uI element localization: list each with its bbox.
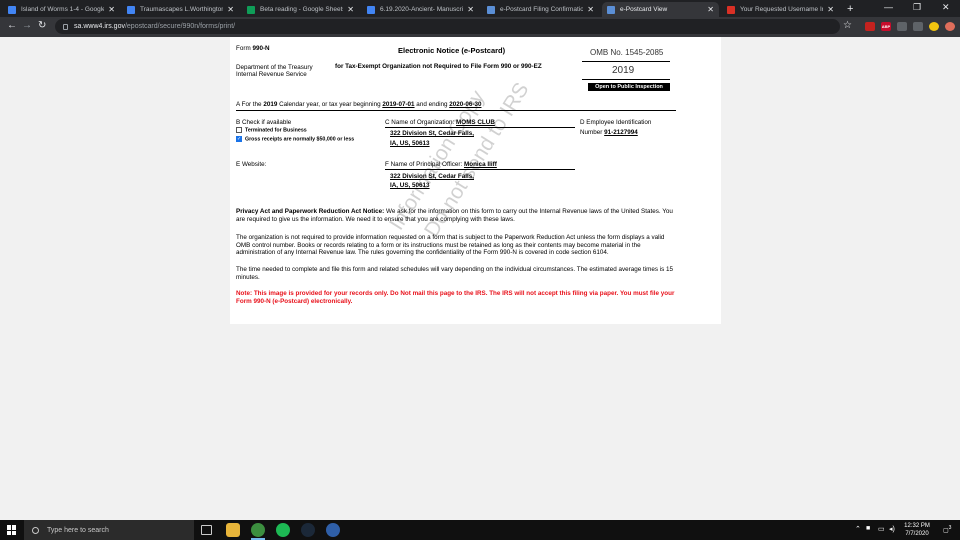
lock-icon [63, 23, 68, 30]
browser-tab[interactable]: 6.19.2020-Ancient- Manuscript - ✕ [362, 2, 479, 17]
tab-title: Beta reading - Google Sheets [260, 6, 344, 13]
minimize-window-button[interactable]: — [884, 2, 893, 12]
gmail-icon [727, 5, 735, 14]
browser-tab[interactable]: Traumascapes L.Worthington (ds✕ [122, 2, 239, 17]
puzzle-extensions-icon[interactable] [913, 22, 923, 31]
form-990n-document: Form 990-N Electronic Notice (e-Postcard… [230, 37, 721, 324]
time-estimate-paragraph: The time needed to complete and file thi… [236, 266, 674, 281]
tab-close-icon[interactable]: ✕ [108, 5, 115, 14]
chrome-icon[interactable] [251, 523, 265, 540]
tray-chevron-icon[interactable]: ⌃ [855, 525, 861, 533]
google-docs-icon [8, 5, 16, 14]
search-icon [32, 526, 39, 534]
taskbar-search-box[interactable]: Type here to search [24, 520, 194, 540]
organization-address-line-2: IA, US, 50613 [390, 140, 430, 147]
back-button[interactable]: ← [7, 20, 17, 31]
tray-app-icon[interactable]: ■ [866, 525, 870, 532]
clock-date: 7/7/2020 [905, 531, 929, 537]
profile-avatar-icon[interactable] [945, 22, 955, 31]
browser-tab[interactable]: e-Postcard Filing Confirmation ✕ [482, 2, 599, 17]
maximize-window-button[interactable]: ❐ [913, 2, 921, 13]
tab-title: e-Postcard Filing Confirmation [500, 6, 584, 13]
tab-close-icon[interactable]: ✕ [587, 5, 594, 14]
tab-title: Traumascapes L.Worthington (ds [140, 6, 224, 13]
notification-center-icon[interactable]: ▢3 [943, 525, 951, 534]
paperwork-reduction-paragraph: The organization is not required to prov… [236, 234, 665, 257]
form-year: 2019 [612, 65, 635, 76]
emoji-extension-icon[interactable] [929, 22, 939, 31]
bookmark-star-icon[interactable]: ☆ [843, 20, 852, 31]
task-view-icon[interactable] [201, 525, 212, 535]
browser-tab[interactable]: Island of Worms 1-4 - Google Do✕ [3, 2, 120, 17]
browser-tab-strip: Island of Worms 1-4 - Google Do✕Traumasc… [0, 0, 960, 17]
form-number: Form 990-N [236, 45, 270, 52]
gross-receipts-checkbox[interactable]: ✓ [236, 136, 242, 142]
omb-box: OMB No. 1545-2085 2019 Open to Public In… [582, 45, 670, 92]
department-line-1: Department of the Treasury [236, 64, 313, 71]
tab-close-icon[interactable]: ✕ [467, 5, 474, 14]
terminated-checkbox[interactable] [236, 127, 242, 133]
windows-taskbar: Type here to search ⌃ ■ ▭ ◂) 12:32 PM 7/… [0, 520, 960, 540]
spotify-icon[interactable] [276, 523, 290, 537]
obs-icon[interactable] [326, 523, 340, 537]
browser-tab[interactable]: Beta reading - Google Sheets ✕ [242, 2, 359, 17]
extension-gray-icon[interactable] [897, 22, 907, 31]
gross-receipts-option: ✓ Gross receipts are normally $50,000 or … [236, 136, 355, 143]
section-a-tax-year: A For the 2019 Calendar year, or tax yea… [236, 101, 482, 108]
reload-button[interactable]: ↻ [38, 20, 46, 31]
battery-icon[interactable]: ▭ [878, 525, 885, 533]
search-placeholder: Type here to search [47, 526, 109, 534]
clock-time: 12:32 PM [904, 523, 930, 529]
taskbar-clock[interactable]: 12:32 PM 7/7/2020 [897, 522, 937, 538]
form-title: Electronic Notice (e-Postcard) [398, 46, 506, 55]
tab-title: Your Requested Username Inform [740, 6, 823, 13]
browser-toolbar: ← → ↻ sa.www4.irs.gov/epostcard/secure/9… [0, 17, 960, 37]
google-docs-icon [367, 5, 375, 14]
tab-title: 6.19.2020-Ancient- Manuscript - [380, 6, 464, 13]
section-d-label: D Employee Identification [580, 119, 652, 126]
browser-tab[interactable]: Your Requested Username Inform ✕ [722, 2, 839, 17]
google-sheets-icon [247, 5, 255, 14]
section-d-ein: Number 91-2127994 [580, 129, 638, 136]
department-line-2: Internal Revenue Service [236, 71, 307, 78]
url-host: sa.www4.irs.gov [74, 23, 125, 30]
page-viewport: Form 990-N Electronic Notice (e-Postcard… [0, 37, 960, 520]
tab-close-icon[interactable]: ✕ [827, 5, 834, 14]
url-path: /epostcard/secure/990n/forms/print/ [124, 23, 236, 30]
tax-year-begin-date: 2019-07-01 [382, 101, 415, 108]
adblock-plus-icon[interactable]: ABP [881, 22, 891, 31]
irs-page-icon [607, 5, 615, 14]
browser-tab[interactable]: e-Postcard View ✕ [602, 2, 719, 17]
public-inspection-badge: Open to Public Inspection [588, 83, 670, 91]
file-explorer-icon[interactable] [226, 523, 240, 537]
extension-red-icon[interactable] [865, 22, 875, 31]
forward-button[interactable]: → [22, 20, 32, 31]
tab-close-icon[interactable]: ✕ [347, 5, 354, 14]
section-e-website: E Website: [236, 161, 267, 168]
section-c-organization: C Name of Organization: MOMS CLUB [385, 119, 495, 126]
volume-icon[interactable]: ◂) [889, 525, 895, 533]
terminated-option: Terminated for Business [236, 127, 307, 133]
tab-close-icon[interactable]: ✕ [227, 5, 234, 14]
google-docs-icon [127, 5, 135, 14]
omb-number: OMB No. 1545-2085 [590, 48, 664, 57]
new-tab-button[interactable]: + [847, 3, 853, 15]
close-window-button[interactable]: ✕ [942, 2, 950, 13]
irs-page-icon [487, 5, 495, 14]
form-subtitle: for Tax-Exempt Organization not Required… [335, 63, 542, 70]
tab-title: Island of Worms 1-4 - Google Do [21, 6, 105, 13]
steam-icon[interactable] [301, 523, 315, 537]
tab-title: e-Postcard View [620, 6, 668, 13]
address-bar[interactable]: sa.www4.irs.gov/epostcard/secure/990n/fo… [55, 19, 840, 34]
tab-close-icon[interactable]: ✕ [707, 5, 714, 14]
section-b-label: B Check if available [236, 119, 292, 126]
ein-number: 91-2127994 [604, 129, 638, 136]
windows-start-icon[interactable] [7, 525, 17, 535]
records-only-note: Note: This image is provided for your re… [236, 290, 675, 305]
